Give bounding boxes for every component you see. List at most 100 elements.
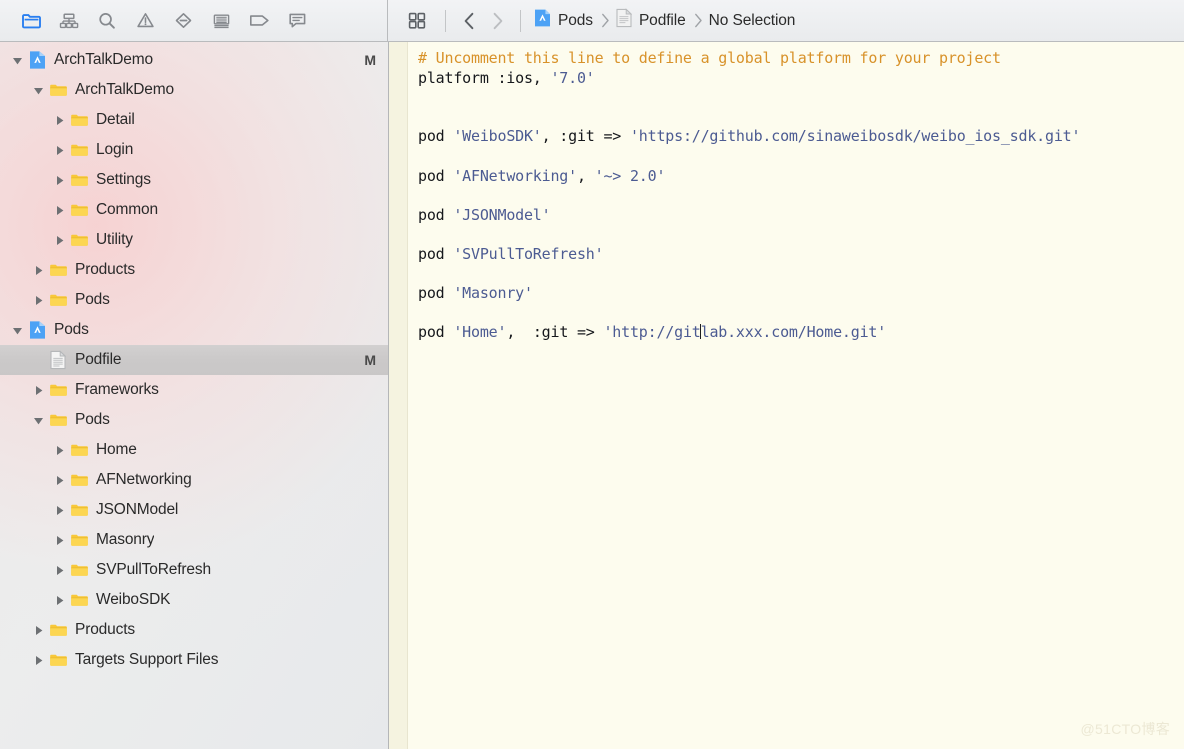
code-line: pod 'WeiboSDK', :git => 'https://github.… xyxy=(418,127,1184,147)
code-token-kw: , xyxy=(576,166,595,185)
tree-row[interactable]: Common xyxy=(0,195,388,225)
code-line: pod 'SVPullToRefresh' xyxy=(418,245,1184,265)
breadcrumb-item-project[interactable]: Pods xyxy=(534,8,593,33)
disclosure-triangle-closed-icon[interactable] xyxy=(31,625,46,636)
tree-row[interactable]: ArchTalkDemo M xyxy=(0,45,388,75)
tree-row-label: Targets Support Files xyxy=(75,651,219,668)
tree-row-label: Pods xyxy=(75,411,110,428)
disclosure-triangle-closed-icon[interactable] xyxy=(52,475,67,486)
disclosure-triangle-closed-icon[interactable] xyxy=(52,145,67,156)
disclosure-triangle-closed-icon[interactable] xyxy=(52,205,67,216)
disclosure-triangle-closed-icon[interactable] xyxy=(31,385,46,396)
code-token-str: 'https://github.com/sinaweibosdk/weibo_i… xyxy=(629,127,1081,146)
tree-row[interactable]: Products xyxy=(0,255,388,285)
code-token-kw: pod xyxy=(418,205,454,224)
tree-row[interactable]: Detail xyxy=(0,105,388,135)
tree-row[interactable]: Utility xyxy=(0,225,388,255)
tree-row[interactable]: Settings xyxy=(0,165,388,195)
xcode-project-icon xyxy=(27,50,47,70)
tree-row[interactable]: Pods xyxy=(0,315,388,345)
tree-row[interactable]: Masonry xyxy=(0,525,388,555)
tree-row[interactable]: Frameworks xyxy=(0,375,388,405)
tree-row[interactable]: SVPullToRefresh xyxy=(0,555,388,585)
editor-gutter xyxy=(389,42,408,749)
disclosure-triangle-closed-icon[interactable] xyxy=(52,175,67,186)
disclosure-triangle-closed-icon[interactable] xyxy=(52,445,67,456)
disclosure-triangle-closed-icon[interactable] xyxy=(31,265,46,276)
search-navigator-icon[interactable] xyxy=(88,8,126,34)
disclosure-triangle-closed-icon[interactable] xyxy=(52,235,67,246)
tree-row[interactable]: Targets Support Files xyxy=(0,645,388,675)
code-token-str: 'Masonry' xyxy=(453,284,533,303)
comment-navigator-icon[interactable] xyxy=(278,8,316,34)
code-token-kw: platform :ios, xyxy=(418,68,551,87)
code-token-str: 'WeiboSDK' xyxy=(453,127,542,146)
tree-row-label: Utility xyxy=(96,231,133,248)
tree-row-label: Pods xyxy=(75,291,110,308)
tree-row[interactable]: Pods xyxy=(0,285,388,315)
tree-row-label: Products xyxy=(75,621,135,638)
code-token-str: 'Home' xyxy=(453,323,507,342)
tree-row-label: Masonry xyxy=(96,531,155,548)
breadcrumb-selection-label[interactable]: No Selection xyxy=(709,12,796,30)
related-items-icon[interactable] xyxy=(398,8,436,34)
tree-row[interactable]: Pods xyxy=(0,405,388,435)
disclosure-triangle-closed-icon[interactable] xyxy=(31,655,46,666)
code-token-cmt: # Uncomment this line to define a global… xyxy=(418,49,1001,67)
tree-row[interactable]: Home xyxy=(0,435,388,465)
breadcrumb-item-file[interactable]: Podfile xyxy=(616,8,686,33)
code-line: platform :ios, '7.0' xyxy=(418,69,1184,89)
folder-icon xyxy=(48,262,68,278)
document-icon xyxy=(616,8,633,33)
tree-row[interactable]: WeiboSDK xyxy=(0,585,388,615)
tree-row[interactable]: JSONModel xyxy=(0,495,388,525)
disclosure-triangle-closed-icon[interactable] xyxy=(52,505,67,516)
code-token-str: 'SVPullToRefresh' xyxy=(453,244,604,263)
back-button[interactable] xyxy=(455,8,483,34)
code-token-str: '7.0' xyxy=(550,68,595,87)
tree-row-label: Home xyxy=(96,441,137,458)
tree-row-label: Frameworks xyxy=(75,381,159,398)
code-token-str: '~> 2.0' xyxy=(594,166,666,185)
disclosure-triangle-closed-icon[interactable] xyxy=(31,295,46,306)
disclosure-triangle-open-icon[interactable] xyxy=(31,85,46,96)
disclosure-triangle-open-icon[interactable] xyxy=(31,415,46,426)
disclosure-triangle-closed-icon[interactable] xyxy=(52,565,67,576)
tree-row[interactable]: ArchTalkDemo xyxy=(0,75,388,105)
tree-row-label: WeiboSDK xyxy=(96,591,171,608)
code-line: pod 'JSONModel' xyxy=(418,206,1184,226)
code-content[interactable]: # Uncomment this line to define a global… xyxy=(408,42,1184,343)
tree-row[interactable]: Products xyxy=(0,615,388,645)
tree-row-label: Detail xyxy=(96,111,135,128)
tree-row[interactable]: Login xyxy=(0,135,388,165)
tree-row-label: Common xyxy=(96,201,158,218)
disclosure-triangle-open-icon[interactable] xyxy=(10,325,25,336)
report-navigator-icon[interactable] xyxy=(202,8,240,34)
tree-row-label: AFNetworking xyxy=(96,471,192,488)
disclosure-triangle-closed-icon[interactable] xyxy=(52,595,67,606)
disclosure-triangle-open-icon[interactable] xyxy=(10,55,25,66)
source-editor: # Uncomment this line to define a global… xyxy=(389,42,1184,749)
toolbar-divider-1 xyxy=(445,9,446,32)
folder-icon xyxy=(48,622,68,638)
code-token-kw: pod xyxy=(418,323,454,342)
breakpoint-navigator-icon[interactable] xyxy=(164,8,202,34)
forward-button[interactable] xyxy=(483,8,511,34)
code-line: pod 'Masonry' xyxy=(418,284,1184,304)
code-token-kw: pod xyxy=(418,166,454,185)
tree-row-selected[interactable]: Podfile M xyxy=(0,345,388,375)
project-navigator-icon[interactable] xyxy=(12,8,50,34)
tag-navigator-icon[interactable] xyxy=(240,8,278,34)
tree-row[interactable]: AFNetworking xyxy=(0,465,388,495)
breadcrumb: Pods Podfile No Selection xyxy=(534,8,795,33)
code-scroll-area[interactable]: # Uncomment this line to define a global… xyxy=(408,42,1184,749)
disclosure-triangle-closed-icon[interactable] xyxy=(52,115,67,126)
project-navigator-panel: ArchTalkDemo M ArchTalkDemo Detail Login Sett… xyxy=(0,42,389,749)
disclosure-triangle-closed-icon[interactable] xyxy=(52,535,67,546)
tree-row-label: Pods xyxy=(54,321,89,338)
issue-navigator-icon[interactable] xyxy=(126,8,164,34)
symbol-navigator-icon[interactable] xyxy=(50,8,88,34)
code-token-str: 'http://git xyxy=(603,323,701,342)
